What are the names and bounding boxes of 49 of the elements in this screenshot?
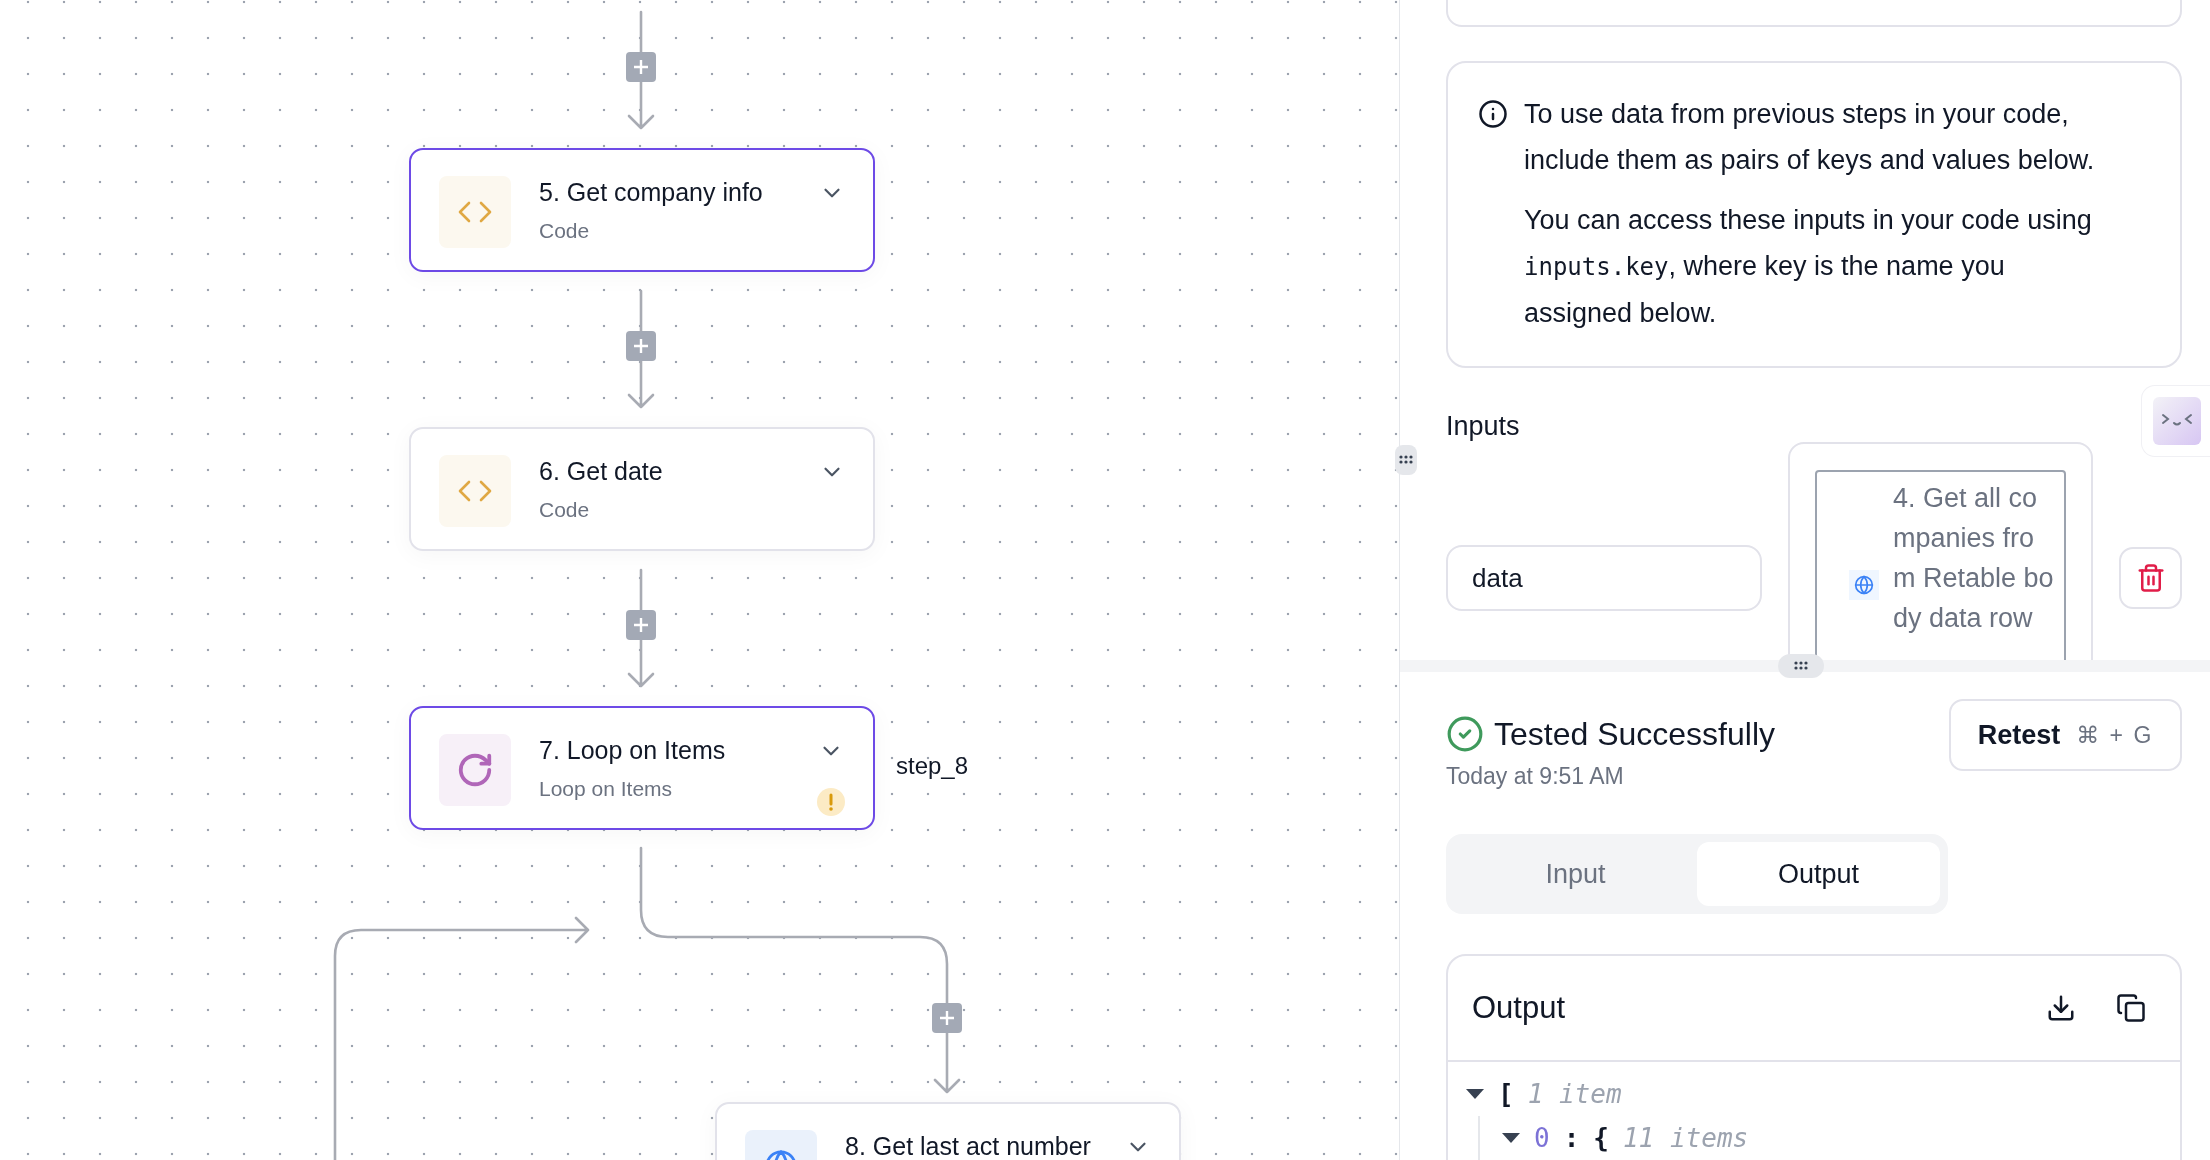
branch-label: step_8 [896,752,969,780]
step-type: Code [539,498,591,522]
step-title: 8. Get last act number [845,1132,1092,1160]
caret-icon[interactable] [1466,1088,1484,1100]
json-bracket: { [1593,1123,1609,1153]
copy-icon [2116,993,2146,1023]
download-icon [2046,993,2076,1023]
json-colon: : [1563,1123,1580,1153]
plus-icon [633,617,649,633]
json-bracket: [ [1498,1079,1514,1109]
code-icon [458,480,492,502]
step-type: Loop on Items [539,777,674,801]
tab[interactable]: Input [1454,842,1697,906]
step-type: Code [539,219,591,243]
resize-handle[interactable] [1395,445,1417,475]
step-card[interactable]: 5. Get company info Code [409,148,875,272]
plus-icon [633,59,649,75]
item-count: 11 items [1622,1123,1749,1153]
keyboard-shortcut: ⌘ + G [2076,721,2154,749]
retest-button[interactable]: Retest ⌘ + G [1949,699,2182,771]
info-text: To use data from previous steps in your code, include them as pairs of keys and values below. [1524,98,2096,177]
item-count: 1 item [1527,1079,1622,1109]
loop-icon [456,751,494,789]
caret-icon[interactable] [1502,1132,1520,1144]
grip-icon [1794,661,1808,671]
value-text: 4. Get all companies from Retable body data row [1893,482,2055,635]
resize-handle[interactable] [1778,654,1824,678]
step-title: 6. Get date [539,457,664,486]
step-title: 5. Get company info [539,178,764,207]
step-card[interactable]: 8. Get last act number [715,1102,1181,1160]
code-icon [458,201,492,223]
copy-button[interactable] [2116,993,2146,1023]
delete-button[interactable] [2119,547,2182,609]
info-text: You can access these inputs in your code using inputs.key, where key is the name you assigned below. [1524,204,2093,330]
output-title: Output [1472,990,1567,1026]
test-status: Tested Successfully [1494,715,1775,753]
download-button[interactable] [2046,993,2076,1023]
test-time: Today at 9:51 AM [1446,763,1625,790]
tab[interactable]: Output [1697,842,1940,906]
plus-icon [939,1010,955,1026]
section-title: Inputs [1446,411,1521,442]
step-card[interactable]: 6. Get date Code [409,427,875,551]
step-title: 7. Loop on Items [539,736,727,765]
key-input-field[interactable]: data [1446,545,1762,611]
grip-icon [1399,455,1413,465]
plus-icon [633,338,649,354]
step-card[interactable]: 7. Loop on Items Loop on Items [409,706,875,830]
info-icon [1478,99,1508,129]
json-key: 0 [1534,1123,1550,1153]
